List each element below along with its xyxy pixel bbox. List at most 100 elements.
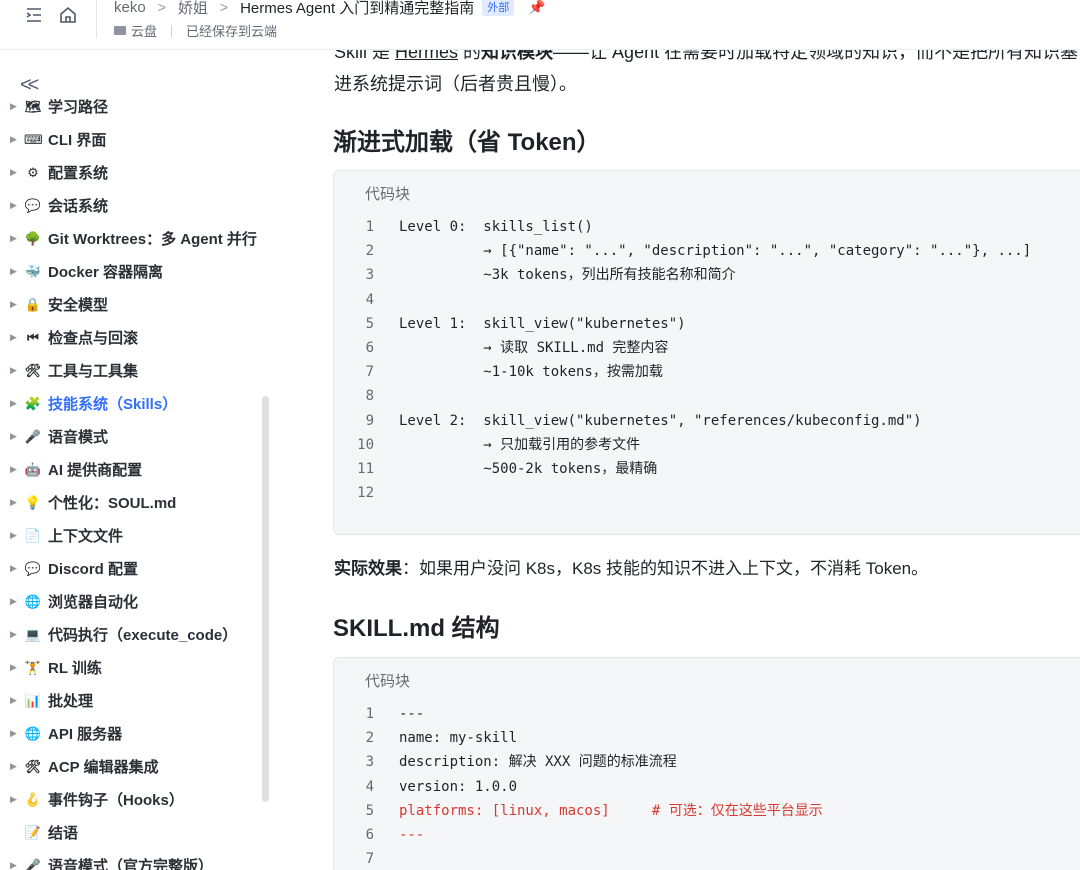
pin-icon[interactable]: 📌 — [528, 0, 545, 16]
sidebar-item-22[interactable]: 📝 结语 — [0, 816, 262, 849]
expand-arrow-icon[interactable]: ▶ — [10, 299, 17, 310]
save-status: 已经保存到云端 — [186, 24, 278, 39]
expand-arrow-icon[interactable]: ▶ — [10, 167, 17, 178]
expand-arrow-icon[interactable]: ▶ — [10, 266, 17, 277]
item-emoji-icon: 🗺 — [24, 98, 42, 114]
sidebar-item-13[interactable]: ▶ 📄 上下文文件 — [0, 519, 262, 552]
expand-arrow-icon[interactable]: ▶ — [10, 431, 17, 442]
code-block-loading[interactable]: 代码块 1 Level 0: skills_list() 2 → [{"name":… — [333, 170, 1080, 535]
line-number: 1 — [365, 219, 374, 235]
sidebar-item-16[interactable]: ▶ 💻 代码执行（execute_code） — [0, 618, 262, 651]
location-label[interactable]: 云盘 — [131, 21, 157, 40]
code-line: 7 — [334, 847, 1080, 870]
expand-arrow-icon[interactable]: ▶ — [10, 464, 17, 475]
expand-arrow-icon[interactable]: ▶ — [10, 629, 17, 640]
item-emoji-icon: 🌳 — [24, 230, 42, 246]
item-emoji-icon: 📊 — [24, 692, 42, 708]
sidebar-item-1[interactable]: ▶ ⌨ CLI 界面 — [0, 123, 262, 156]
sidebar-item-18[interactable]: ▶ 📊 批处理 — [0, 684, 262, 717]
expand-arrow-icon[interactable]: ▶ — [10, 200, 17, 211]
expand-arrow-icon[interactable]: ▶ — [10, 695, 17, 706]
outline-toggle-icon[interactable] — [24, 5, 46, 27]
sidebar-item-10[interactable]: ▶ 🎤 语音模式 — [0, 420, 262, 453]
expand-arrow-icon[interactable]: ▶ — [10, 563, 17, 574]
home-icon[interactable] — [58, 5, 80, 27]
breadcrumb-item-0[interactable]: keko — [114, 0, 146, 16]
sidebar-item-label: API 服务器 — [48, 726, 123, 743]
sidebar-item-7[interactable]: ▶ ⏮ 检查点与回滚 — [0, 321, 262, 354]
sidebar-item-0[interactable]: ▶ 🗺 学习路径 — [0, 90, 262, 123]
sidebar-item-3[interactable]: ▶ 💬 会话系统 — [0, 189, 262, 222]
sidebar-item-15[interactable]: ▶ 🌐 浏览器自动化 — [0, 585, 262, 618]
sidebar-item-label: ACP 编辑器集成 — [48, 759, 159, 776]
item-emoji-icon: 🎤 — [24, 857, 42, 870]
line-number: 6 — [365, 339, 374, 356]
sidebar-item-17[interactable]: ▶ 🏋 RL 训练 — [0, 651, 262, 684]
line-number: 5 — [365, 315, 374, 332]
expand-arrow-icon[interactable]: ▶ — [10, 761, 17, 772]
item-emoji-icon: 🪝 — [24, 791, 42, 807]
sidebar-item-label: Discord 配置 — [48, 561, 139, 578]
sidebar-item-label: 个性化：SOUL.md — [48, 495, 177, 512]
code-line: 1 Level 0: skills_list() — [334, 215, 1080, 239]
sidebar-item-23[interactable]: ▶ 🎤 语音模式（官方完整版） — [0, 849, 262, 870]
code-lines: 1 --- 2 name: my-skill 3 description: 解决 XXX … — [334, 702, 1080, 870]
expand-arrow-icon[interactable]: ▶ — [10, 596, 17, 607]
heading-progressive-loading: 渐进式加载（省 Token） — [333, 129, 601, 156]
expand-arrow-icon[interactable]: ▶ — [10, 530, 17, 541]
sidebar-item-label: AI 提供商配置 — [48, 462, 143, 479]
sidebar-item-21[interactable]: ▶ 🪝 事件钩子（Hooks） — [0, 783, 262, 816]
expand-arrow-icon[interactable]: ▶ — [10, 794, 17, 805]
sidebar-item-19[interactable]: ▶ 🌐 API 服务器 — [0, 717, 262, 750]
sidebar-item-label: RL 训练 — [48, 660, 102, 677]
expand-arrow-icon[interactable]: ▶ — [10, 497, 17, 508]
chevron-right-icon: > — [219, 0, 229, 15]
code-line: 6 --- — [334, 823, 1080, 847]
expand-arrow-icon[interactable]: ▶ — [10, 233, 17, 244]
expand-arrow-icon[interactable]: ▶ — [10, 101, 17, 112]
sidebar-item-6[interactable]: ▶ 🔒 安全模型 — [0, 288, 262, 321]
expand-arrow-icon[interactable]: ▶ — [10, 332, 17, 343]
item-emoji-icon: 🏋 — [24, 659, 42, 675]
expand-arrow-icon[interactable]: ▶ — [10, 860, 17, 870]
expand-arrow-icon[interactable]: ▶ — [10, 398, 17, 409]
code-line: 10 → 只加载引用的参考文件 — [334, 433, 1080, 457]
item-emoji-icon: 📝 — [24, 824, 42, 840]
sidebar-item-11[interactable]: ▶ 🤖 AI 提供商配置 — [0, 453, 262, 486]
sidebar-item-8[interactable]: ▶ 🛠 工具与工具集 — [0, 354, 262, 387]
item-emoji-icon: 📄 — [24, 527, 42, 543]
header-divider — [96, 0, 97, 38]
document-title[interactable]: Hermes Agent 入门到精通完整指南 — [240, 0, 474, 18]
sidebar-item-20[interactable]: ▶ 🛠 ACP 编辑器集成 — [0, 750, 262, 783]
code-text: platforms: [linux, macos] # 可选：仅在这些平台显示 — [399, 802, 823, 819]
effect-paragraph: 实际效果：如果用户没问 K8s，K8s 技能的知识不进入上下文，不消耗 Toke… — [334, 554, 928, 579]
code-line: 2 name: my-skill — [334, 726, 1080, 750]
expand-arrow-icon[interactable]: ▶ — [10, 134, 17, 145]
folder-icon — [114, 26, 126, 35]
code-text: version: 1.0.0 — [399, 778, 518, 795]
code-text: Level 0: skills_list() — [399, 219, 593, 235]
sidebar-item-9[interactable]: ▶ 🧩 技能系统（Skills） — [0, 387, 262, 420]
sidebar-scrollbar[interactable] — [262, 396, 269, 802]
line-number: 2 — [365, 243, 374, 260]
sidebar-item-2[interactable]: ▶ ⚙ 配置系统 — [0, 156, 262, 189]
expand-arrow-icon[interactable]: ▶ — [10, 728, 17, 739]
item-emoji-icon: ⏮ — [27, 329, 39, 345]
code-line: 8 — [334, 384, 1080, 408]
code-text: → [{"name": "...", "description": "...",… — [399, 243, 1032, 260]
sidebar-item-5[interactable]: ▶ 🐳 Docker 容器隔离 — [0, 255, 262, 288]
sidebar-item-4[interactable]: ▶ 🌳 Git Worktrees：多 Agent 并行 — [0, 222, 262, 255]
expand-arrow-icon[interactable]: ▶ — [10, 662, 17, 673]
sidebar-item-12[interactable]: ▶ 💡 个性化：SOUL.md — [0, 486, 262, 519]
code-block-title: 代码块 — [365, 186, 411, 203]
code-block-skill-md[interactable]: 代码块 1 --- 2 name: my-skill 3 description: 解决 … — [333, 657, 1080, 870]
sidebar-item-14[interactable]: ▶ 💬 Discord 配置 — [0, 552, 262, 585]
breadcrumb-item-1[interactable]: 娇姐 — [178, 0, 208, 18]
code-text: description: 解决 XXX 问题的标准流程 — [399, 754, 677, 771]
expand-arrow-icon[interactable]: ▶ — [10, 365, 17, 376]
code-line: 4 — [334, 288, 1080, 312]
item-emoji-icon: 💡 — [24, 494, 42, 510]
effect-label: 实际效果 — [334, 559, 402, 578]
intro-bold: 知识模块 — [481, 50, 554, 62]
line-number: 4 — [365, 291, 374, 308]
